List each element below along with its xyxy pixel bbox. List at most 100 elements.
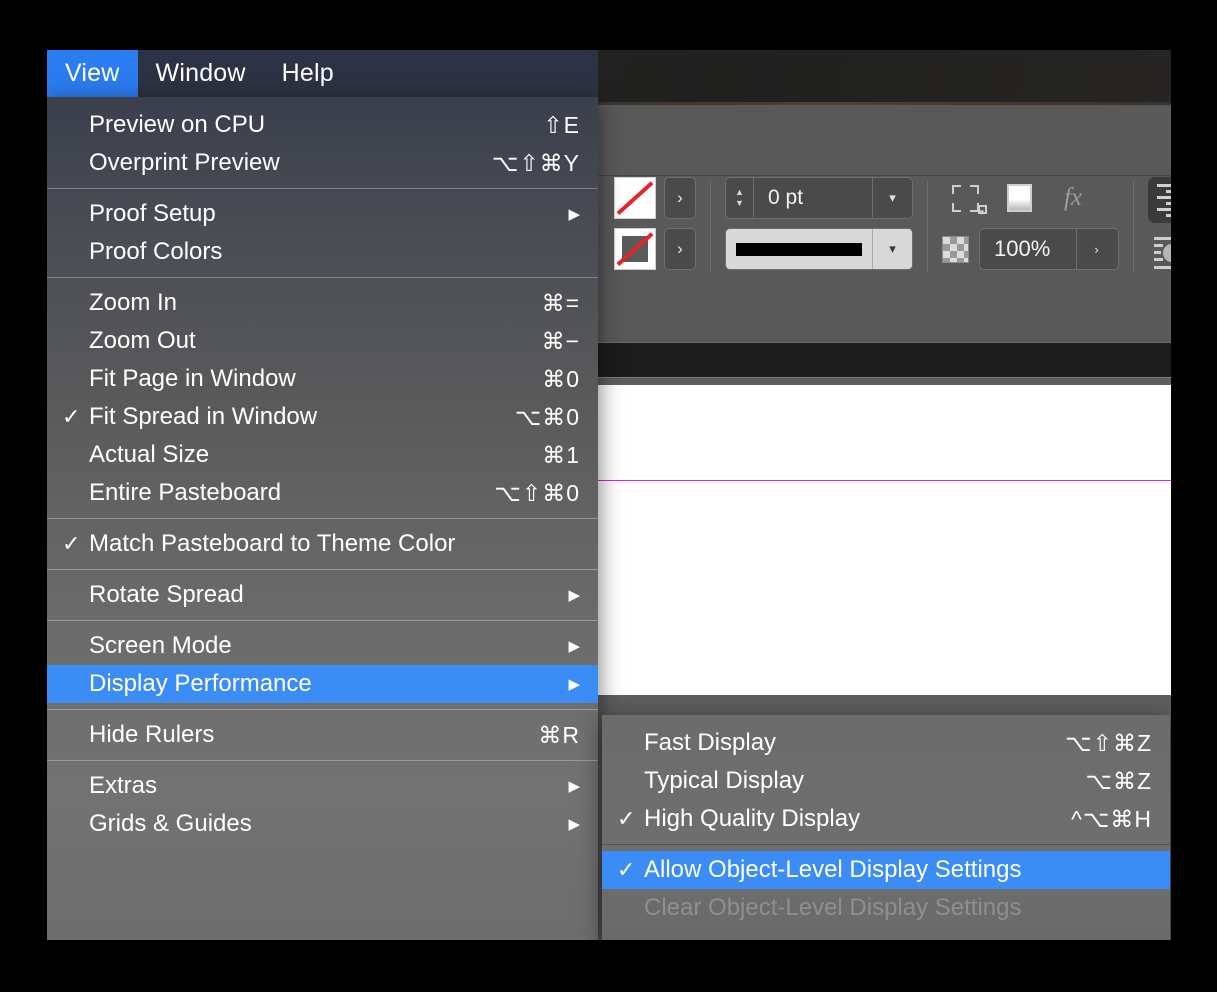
menu-item-label: Zoom In — [89, 289, 178, 316]
effects-row: ▾ fx — [942, 177, 1119, 219]
swatch-group: › › — [600, 177, 710, 270]
text-wrap-object-button[interactable] — [1148, 232, 1171, 274]
view_menu-item-hide-rulers[interactable]: Hide Rulers ⌘R — [47, 716, 598, 754]
control-panel-toolbar: › › ▲ ▼ 0 pt ▾ ▾ ▾ fx 100% › — [600, 177, 1171, 277]
stroke-style-dropdown[interactable]: ▾ — [725, 228, 913, 270]
menu-item-label: Fit Spread in Window — [89, 403, 318, 430]
fill-options-button[interactable]: › — [664, 177, 696, 219]
stroke-settings-group: ▲ ▼ 0 pt ▾ ▾ — [711, 177, 927, 270]
container-button[interactable] — [996, 177, 1042, 219]
menu-item-shortcut: ⌥⇧⌘0 — [494, 479, 580, 506]
text-wrap-none-button[interactable] — [1148, 177, 1171, 223]
view_menu-item-entire-pasteboard[interactable]: Entire Pasteboard ⌥⇧⌘0 — [47, 474, 598, 512]
effects-button[interactable]: fx — [1050, 177, 1096, 219]
checkmark-icon: ✓ — [617, 806, 636, 831]
menu-item-label: Actual Size — [89, 441, 210, 468]
fill-row: › — [614, 177, 696, 219]
checkmark-icon: ✓ — [62, 404, 81, 429]
stroke-row: › — [614, 228, 696, 270]
menu-item-label: Proof Colors — [89, 238, 223, 265]
text-wrap-row-b — [1148, 232, 1171, 274]
view_menu-item-actual-size[interactable]: Actual Size ⌘1 — [47, 436, 598, 474]
menu-item-label: Preview on CPU — [89, 111, 266, 138]
checkmark-icon: ✓ — [62, 531, 81, 556]
stroke-style-row: ▾ — [725, 228, 913, 270]
menu-separator — [47, 277, 598, 278]
menu-item-label: Entire Pasteboard — [89, 479, 282, 506]
stroke-options-button[interactable]: › — [664, 228, 696, 270]
submenu-arrow-icon: ▶ — [568, 778, 580, 795]
menu-item-label: Allow Object-Level Display Settings — [644, 856, 1022, 883]
display_performance_submenu-item-high-quality-display[interactable]: ✓ High Quality Display ^⌥⌘H — [602, 800, 1170, 838]
view_menu-item-fit-spread-in-window[interactable]: ✓ Fit Spread in Window ⌥⌘0 — [47, 398, 598, 436]
none-slash-icon — [616, 231, 654, 267]
opacity-options-icon[interactable]: › — [1076, 229, 1116, 269]
text-lines-icon — [1157, 183, 1171, 217]
menu-item-label: Zoom Out — [89, 327, 196, 354]
stroke-weight-row: ▲ ▼ 0 pt ▾ — [725, 177, 913, 219]
chevron-down-icon[interactable]: ▾ — [872, 178, 912, 218]
stroke-style-preview — [726, 229, 872, 269]
view_menu-item-overprint-preview[interactable]: Overprint Preview ⌥⇧⌘Y — [47, 144, 598, 182]
menu-bar: View Window Help — [47, 50, 598, 97]
menu-separator — [47, 709, 598, 710]
stroke-weight-stepper[interactable]: ▲ ▼ 0 pt ▾ — [725, 177, 913, 219]
menu-separator — [47, 188, 598, 189]
opacity-value[interactable]: 100% — [980, 229, 1076, 269]
menubar-item-view[interactable]: View — [47, 50, 138, 97]
stepper-arrows-icon[interactable]: ▲ ▼ — [726, 178, 754, 218]
menu-item-shortcut: ⌘1 — [542, 441, 580, 468]
view_menu-item-rotate-spread[interactable]: Rotate Spread ▶ — [47, 576, 598, 614]
view_menu-item-screen-mode[interactable]: Screen Mode ▶ — [47, 627, 598, 665]
menu-item-label: Clear Object-Level Display Settings — [644, 894, 1022, 921]
view_menu-item-display-performance[interactable]: Display Performance ▶ — [47, 665, 598, 703]
view_menu-item-proof-setup[interactable]: Proof Setup ▶ — [47, 195, 598, 233]
menu-item-shortcut: ⌥⇧⌘Y — [491, 149, 580, 176]
stroke-swatch-none[interactable] — [614, 228, 656, 270]
menubar-item-help[interactable]: Help — [264, 50, 352, 97]
submenu-arrow-icon: ▶ — [568, 676, 580, 693]
menu-separator — [47, 518, 598, 519]
transparency-checker-icon — [942, 235, 969, 263]
display_performance_submenu-item-typical-display[interactable]: Typical Display ⌥⌘Z — [602, 762, 1170, 800]
menu-item-shortcut: ^⌥⌘H — [1071, 805, 1152, 832]
view_menu-item-zoom-in[interactable]: Zoom In ⌘= — [47, 284, 598, 322]
corner-options-button[interactable]: ▾ — [942, 177, 988, 219]
menubar-item-window[interactable]: Window — [138, 50, 264, 97]
stepper-up-icon[interactable]: ▲ — [735, 188, 744, 197]
submenu-arrow-icon: ▶ — [568, 587, 580, 604]
text-wrap-group — [1134, 177, 1171, 274]
none-slash-icon — [616, 180, 654, 216]
view_menu-item-proof-colors[interactable]: Proof Colors — [47, 233, 598, 271]
display_performance_submenu-item-fast-display[interactable]: Fast Display ⌥⇧⌘Z — [602, 724, 1170, 762]
menu-item-label: Fit Page in Window — [89, 365, 296, 392]
view_menu-item-fit-page-in-window[interactable]: Fit Page in Window ⌘0 — [47, 360, 598, 398]
menu-item-shortcut: ⌘= — [541, 289, 580, 316]
menu-item-label: Proof Setup — [89, 200, 216, 227]
menu-separator — [47, 760, 598, 761]
stepper-down-icon[interactable]: ▼ — [735, 199, 744, 208]
submenu-arrow-icon: ▶ — [568, 206, 580, 223]
stroke-weight-value[interactable]: 0 pt — [754, 178, 872, 218]
view_menu-item-preview-on-cpu[interactable]: Preview on CPU ⇧E — [47, 106, 598, 144]
menu-item-label: Grids & Guides — [89, 810, 252, 837]
menu-item-label: Fast Display — [644, 729, 777, 756]
menu-separator — [47, 569, 598, 570]
view_menu-item-grids-guides[interactable]: Grids & Guides ▶ — [47, 805, 598, 843]
display-performance-submenu[interactable]: Fast Display ⌥⇧⌘Z Typical Display ⌥⌘Z ✓ High … — [602, 715, 1170, 940]
view-menu-panel[interactable]: Preview on CPU ⇧E Overprint Preview ⌥⇧⌘Y Pro… — [47, 97, 598, 940]
chevron-down-icon[interactable]: ▾ — [872, 229, 912, 269]
corner-options-icon: ▾ — [951, 184, 987, 217]
menu-item-label: Typical Display — [644, 767, 805, 794]
menu-separator — [602, 844, 1170, 845]
menu-item-label: Extras — [89, 772, 158, 799]
view_menu-item-zoom-out[interactable]: Zoom Out ⌘− — [47, 322, 598, 360]
wrap-around-object-icon — [1154, 237, 1171, 269]
display_performance_submenu-item-allow-object-level-display-settings[interactable]: ✓ Allow Object-Level Display Settings — [602, 851, 1170, 889]
fill-swatch-none[interactable] — [614, 177, 656, 219]
chevron-down-icon: ▾ — [977, 204, 987, 217]
view_menu-item-match-pasteboard-to-theme-color[interactable]: ✓ Match Pasteboard to Theme Color — [47, 525, 598, 563]
view_menu-item-extras[interactable]: Extras ▶ — [47, 767, 598, 805]
opacity-field[interactable]: 100% › — [979, 228, 1119, 270]
menu-item-label: Hide Rulers — [89, 721, 215, 748]
